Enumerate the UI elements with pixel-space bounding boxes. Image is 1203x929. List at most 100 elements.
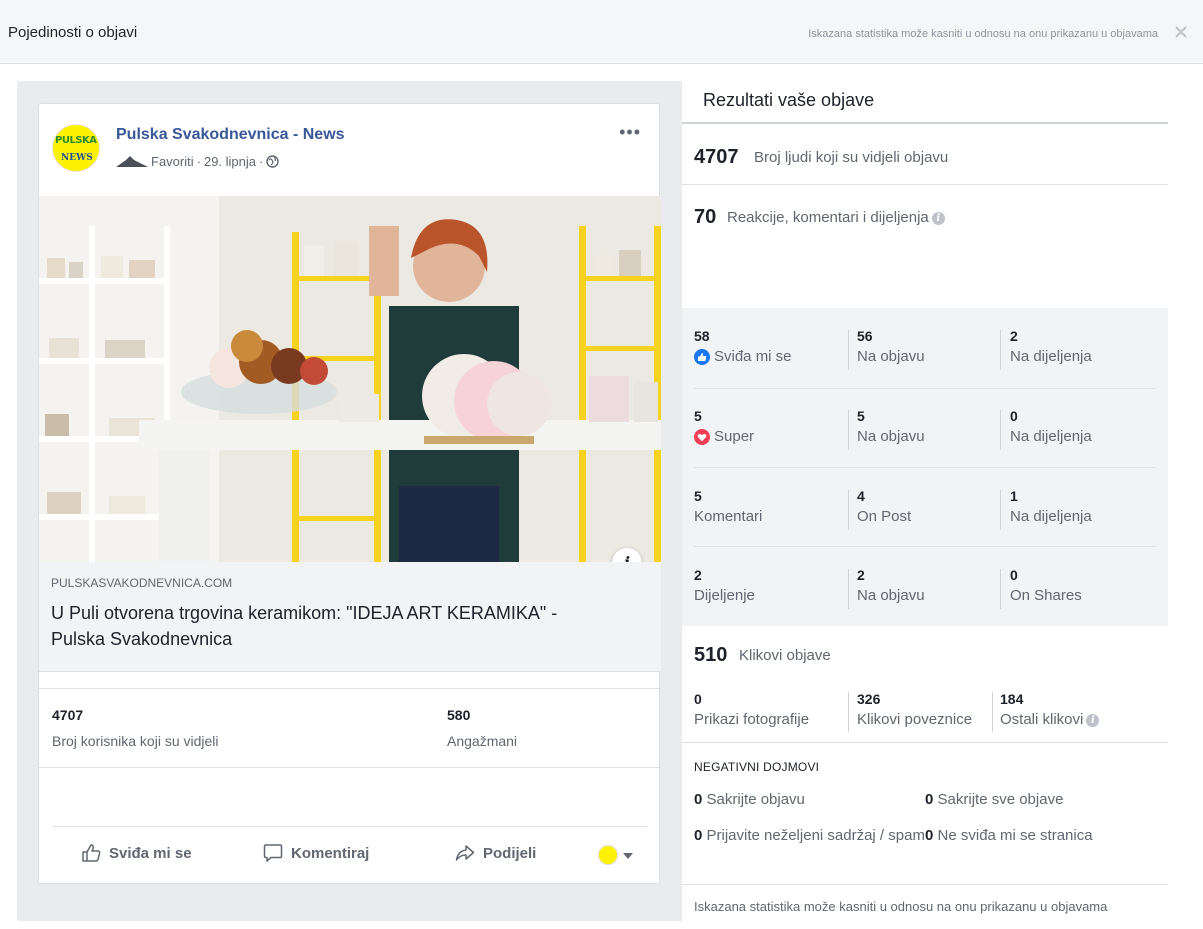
other-clicks-label-text: Ostali klikovi (1000, 711, 1084, 728)
divider (682, 742, 1168, 743)
post-meta: Favoriti · 29. lipnja · (116, 154, 280, 169)
audience-label[interactable]: Favoriti (151, 154, 194, 169)
hide-all-value: 0 (925, 791, 934, 808)
thumbs-up-icon (82, 844, 101, 862)
likes-on-shares: 2 (1010, 328, 1018, 344)
hide-post-label: Sakrijte objavu (706, 791, 805, 808)
divider (682, 884, 1168, 885)
avatar-news-text: NEWS (61, 153, 93, 163)
favorites-icon (116, 155, 148, 167)
hide-all-stat: 0 Sakrijte sve objave (925, 788, 1063, 812)
post-preview-panel: PULSKA NEWS Pulska Svakodnevnica - News … (17, 81, 682, 921)
link-title[interactable]: U Puli otvorena trgovina keramikom: "IDE… (51, 600, 571, 652)
comments-on-shares: 1 (1010, 488, 1018, 504)
column-divider (1000, 330, 1001, 370)
divider (694, 546, 1156, 547)
comment-button[interactable]: Komentiraj (263, 843, 369, 863)
shares-on-post: 2 (857, 567, 865, 583)
info-icon[interactable]: i (1086, 713, 1100, 727)
column-divider (848, 330, 849, 370)
header-note: Iskazana statistika može kasniti u odnos… (808, 28, 1158, 40)
info-icon[interactable]: i (931, 211, 945, 225)
share-icon (455, 845, 475, 861)
engagement-value: 580 (447, 707, 471, 723)
page-avatar[interactable]: PULSKA NEWS (52, 124, 100, 172)
love-label: Super (694, 428, 754, 445)
reach-label: Broj ljudi koji su vidjeli objavu (754, 149, 949, 166)
column-divider (848, 692, 849, 732)
link-domain: PULSKASVAKODNEVNICA.COM (51, 576, 233, 590)
page-name-link[interactable]: Pulska Svakodnevnica - News (116, 126, 345, 144)
dialog-header: Pojedinosti o objavi Iskazana statistika… (0, 0, 1203, 64)
engagement-breakdown: 58 Sviđa mi se 56 Na objavu 2 Na dijelje… (682, 308, 1168, 626)
likes-label-text: Sviđa mi se (714, 348, 792, 365)
report-spam-label: Prijavite neželjeni sadržaj / spam (706, 827, 925, 844)
dialog-title: Pojedinosti o objavi (8, 24, 138, 41)
likes-label: Sviđa mi se (694, 348, 792, 365)
comments-on-shares-label: Na dijeljenja (1010, 508, 1092, 525)
link-clicks-label: Klikovi poveznice (857, 711, 973, 728)
shares-on-shares-label: On Shares (1010, 587, 1082, 604)
comment-icon (263, 844, 283, 862)
divider (694, 388, 1156, 389)
other-clicks-label: Ostali klikovi i (1000, 711, 1100, 728)
share-button[interactable]: Podijeli (455, 843, 536, 863)
love-on-post: 5 (857, 408, 865, 424)
chevron-down-icon[interactable] (623, 853, 633, 859)
more-options-icon[interactable]: ••• (619, 122, 641, 143)
post-photo[interactable] (39, 196, 661, 562)
other-clicks-value: 184 (1000, 691, 1024, 707)
meta-separator: · (196, 154, 201, 169)
love-reaction-icon (694, 428, 710, 445)
footer-note: Iskazana statistika može kasniti u odnos… (694, 899, 1108, 914)
photo-views-label: Prikazi fotografije (694, 711, 810, 728)
engagement-label-text: Reakcije, komentari i dijeljenja (727, 209, 929, 226)
love-on-shares: 0 (1010, 408, 1018, 424)
page-avatar-small[interactable] (598, 845, 618, 865)
post-date[interactable]: 29. lipnja (204, 154, 256, 169)
love-on-post-label: Na objavu (857, 428, 925, 445)
avatar-logo-text: PULSKA (55, 135, 97, 146)
shares-total: 2 (694, 567, 702, 583)
share-label: Podijeli (483, 844, 537, 862)
comments-label: Komentari (694, 508, 763, 525)
engagement-value: 70 (694, 206, 717, 228)
reach-value: 4707 (52, 707, 84, 723)
divider (694, 467, 1156, 468)
engagement-label: Reakcije, komentari i dijeljenja i (727, 209, 945, 226)
results-panel: Rezultati vaše objave 4707 Broj ljudi ko… (682, 64, 1168, 929)
love-on-shares-label: Na dijeljenja (1010, 428, 1092, 445)
column-divider (1000, 410, 1001, 450)
likes-total: 58 (694, 328, 710, 344)
report-spam-stat: 0 Prijavite neželjeni sadržaj / spam (694, 824, 926, 848)
results-title: Rezultati vaše objave (703, 90, 875, 110)
likes-on-shares-label: Na dijeljenja (1010, 348, 1092, 365)
column-divider (1000, 569, 1001, 609)
post-stats: 4707 Broj korisnika koji su vidjeli 580 … (39, 688, 661, 768)
link-preview[interactable]: PULSKASVAKODNEVNICA.COM U Puli otvorena … (39, 562, 661, 672)
shares-on-shares: 0 (1010, 567, 1018, 583)
reach-label: Broj korisnika koji su vidjeli (52, 733, 219, 749)
reach-value: 4707 (694, 146, 739, 168)
comments-total: 5 (694, 488, 702, 504)
unlike-page-value: 0 (925, 827, 934, 844)
negative-feedback-heading: NEGATIVNI DOJMOVI (694, 760, 820, 774)
like-button[interactable]: Sviđa mi se (81, 843, 192, 863)
clicks-value: 510 (694, 644, 728, 666)
hide-all-label: Sakrijte sve objave (937, 791, 1064, 808)
column-divider (848, 569, 849, 609)
comments-on-post-label: On Post (857, 508, 912, 525)
unlike-page-stat: 0 Ne sviđa mi se stranica (925, 824, 1093, 848)
post-card: PULSKA NEWS Pulska Svakodnevnica - News … (38, 103, 661, 884)
meta-separator: · (259, 154, 264, 169)
hide-post-stat: 0 Sakrijte objavu (694, 788, 805, 812)
like-label: Sviđa mi se (109, 844, 192, 862)
clicks-label: Klikovi objave (739, 647, 831, 664)
column-divider (848, 410, 849, 450)
close-icon[interactable] (1173, 24, 1189, 40)
shares-label: Dijeljenje (694, 587, 755, 604)
column-divider (992, 692, 993, 732)
love-total: 5 (694, 408, 702, 424)
column-divider (1000, 490, 1001, 530)
divider (682, 184, 1168, 185)
